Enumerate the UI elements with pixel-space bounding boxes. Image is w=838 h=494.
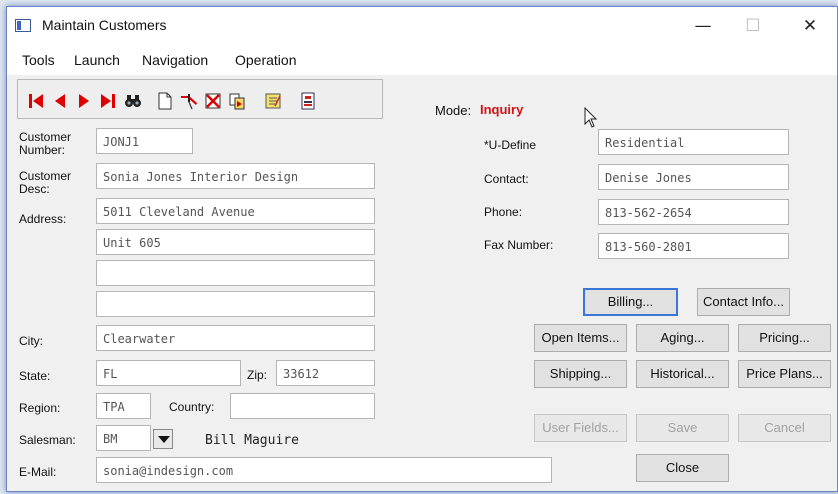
pin-icon[interactable]: [179, 91, 199, 111]
app-icon: [15, 19, 31, 32]
window-title: Maintain Customers: [42, 17, 167, 33]
next-record-icon[interactable]: [74, 91, 94, 111]
shipping-button[interactable]: Shipping...: [534, 360, 627, 388]
fax-label: Fax Number:: [484, 238, 554, 252]
menu-bar: Tools Launch Navigation Operation: [7, 45, 837, 75]
contact-field[interactable]: Denise Jones: [598, 164, 789, 190]
customer-number-label: Customer Number:: [19, 130, 72, 157]
customer-window: Maintain Customers — ☐ ✕ Tools Launch Na…: [6, 6, 838, 492]
state-label: State:: [19, 369, 51, 383]
user-fields-button[interactable]: User Fields...: [534, 414, 627, 442]
udefine-label: *U-Define: [484, 138, 537, 152]
pricing-button[interactable]: Pricing...: [738, 324, 831, 352]
contact-info-button[interactable]: Contact Info...: [697, 288, 790, 316]
customer-desc-label: Customer Desc:: [19, 169, 72, 196]
email-field[interactable]: sonia@indesign.com: [96, 457, 552, 483]
zip-label: Zip:: [247, 368, 268, 382]
mode-value: Inquiry: [480, 102, 524, 117]
udefine-field[interactable]: Residential: [598, 129, 789, 155]
region-label: Region:: [19, 401, 61, 415]
customer-desc-field[interactable]: Sonia Jones Interior Design: [96, 163, 375, 189]
minimize-button[interactable]: —: [680, 15, 726, 37]
aging-button[interactable]: Aging...: [636, 324, 729, 352]
find-binoculars-icon[interactable]: [123, 91, 143, 111]
address-line2-field[interactable]: Unit 605: [96, 229, 375, 255]
email-label: E-Mail:: [19, 465, 57, 479]
salesman-field[interactable]: BM: [96, 425, 151, 451]
state-field[interactable]: FL: [96, 360, 241, 386]
first-record-icon[interactable]: [26, 91, 46, 111]
report-icon[interactable]: [298, 91, 318, 111]
salesman-name: Bill Maguire: [205, 433, 299, 448]
price-plans-button[interactable]: Price Plans...: [738, 360, 831, 388]
menu-tools[interactable]: Tools: [22, 52, 55, 68]
menu-launch[interactable]: Launch: [74, 52, 120, 68]
notes-icon[interactable]: [263, 91, 283, 111]
country-field[interactable]: [230, 393, 375, 419]
maximize-button[interactable]: ☐: [730, 15, 776, 37]
city-field[interactable]: Clearwater: [96, 325, 375, 351]
historical-button[interactable]: Historical...: [636, 360, 729, 388]
address-line1-field[interactable]: 5011 Cleveland Avenue: [96, 198, 375, 224]
copy-icon[interactable]: [227, 91, 247, 111]
toolbar: [17, 79, 383, 119]
customer-number-field[interactable]: JONJ1: [96, 128, 193, 154]
country-label: Country:: [169, 400, 215, 414]
address-line3-field[interactable]: [96, 260, 375, 286]
close-button[interactable]: Close: [636, 454, 729, 482]
delete-icon[interactable]: [203, 91, 223, 111]
menu-navigation[interactable]: Navigation: [142, 52, 208, 68]
new-record-icon[interactable]: [155, 91, 175, 111]
city-label: City:: [19, 334, 43, 348]
mode-label: Mode:: [435, 103, 472, 118]
close-window-button[interactable]: ✕: [787, 15, 833, 37]
salesman-label: Salesman:: [19, 433, 76, 447]
address-line4-field[interactable]: [96, 291, 375, 317]
menu-operation[interactable]: Operation: [235, 52, 296, 68]
contact-label: Contact:: [484, 172, 529, 186]
save-button[interactable]: Save: [636, 414, 729, 442]
region-field[interactable]: TPA: [96, 393, 151, 419]
salesman-dropdown-icon[interactable]: [153, 429, 173, 449]
fax-field[interactable]: 813-560-2801: [598, 233, 789, 259]
cancel-button[interactable]: Cancel: [738, 414, 831, 442]
last-record-icon[interactable]: [98, 91, 118, 111]
phone-label: Phone:: [484, 205, 523, 219]
address-label: Address:: [19, 212, 67, 226]
phone-field[interactable]: 813-562-2654: [598, 199, 789, 225]
previous-record-icon[interactable]: [50, 91, 70, 111]
open-items-button[interactable]: Open Items...: [534, 324, 627, 352]
zip-field[interactable]: 33612: [276, 360, 375, 386]
title-bar: Maintain Customers — ☐ ✕: [7, 7, 837, 45]
billing-button[interactable]: Billing...: [583, 288, 678, 316]
mouse-cursor-icon: [584, 106, 598, 133]
